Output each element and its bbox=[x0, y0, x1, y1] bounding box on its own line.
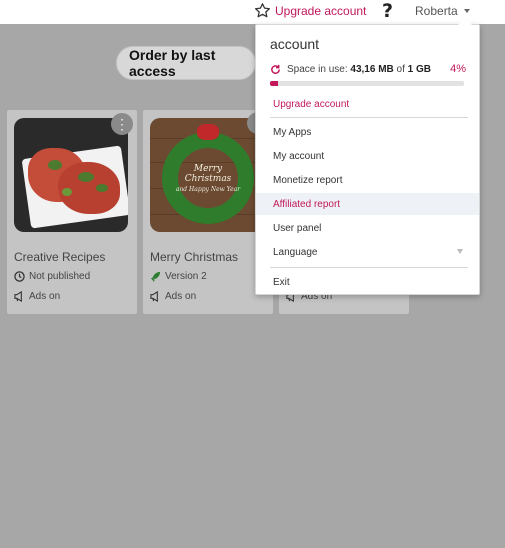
divider bbox=[270, 117, 468, 118]
space-of: of bbox=[396, 63, 405, 75]
megaphone-icon bbox=[150, 291, 158, 302]
top-bar: Upgrade account ? Roberta bbox=[0, 0, 505, 24]
app-card[interactable]: Merry Christmas and Happy New Year ⋮ Mer… bbox=[143, 110, 273, 314]
thumbnail-caption: Merry Christmas and Happy New Year bbox=[175, 164, 241, 193]
app-status-label: Version 2 bbox=[165, 271, 207, 282]
refresh-icon[interactable] bbox=[270, 64, 281, 75]
space-total: 1 GB bbox=[407, 63, 431, 75]
user-name: Roberta bbox=[415, 4, 458, 18]
app-status-label: Not published bbox=[29, 271, 91, 282]
star-icon bbox=[254, 3, 271, 18]
app-card[interactable]: Creative Recipes Not published Ads on bbox=[7, 110, 137, 314]
menu-item-exit[interactable]: Exit bbox=[256, 271, 479, 293]
divider bbox=[270, 267, 468, 268]
menu-item-affiliated-report[interactable]: Affiliated report bbox=[256, 193, 479, 215]
menu-item-monetize-report[interactable]: Monetize report bbox=[256, 169, 479, 191]
app-title: Merry Christmas bbox=[150, 250, 239, 264]
order-by-button[interactable]: Order by last access bbox=[116, 46, 256, 80]
upgrade-account-link[interactable]: Upgrade account bbox=[254, 2, 366, 19]
menu-item-upgrade-account[interactable]: Upgrade account bbox=[256, 93, 479, 115]
dropdown-header: account bbox=[270, 36, 320, 52]
user-menu-toggle[interactable]: Roberta bbox=[415, 4, 470, 18]
app-ads-status: Ads on bbox=[150, 291, 196, 302]
menu-item-user-panel[interactable]: User panel bbox=[256, 217, 479, 239]
space-percent: 4% bbox=[450, 63, 466, 75]
space-used: 43,16 MB bbox=[350, 63, 394, 75]
menu-item-my-apps[interactable]: My Apps bbox=[256, 121, 479, 143]
megaphone-icon bbox=[14, 291, 22, 302]
menu-item-my-account[interactable]: My account bbox=[256, 145, 479, 167]
app-title: Creative Recipes bbox=[14, 250, 106, 264]
app-ads-status: Ads on bbox=[14, 291, 60, 302]
app-status: Version 2 bbox=[150, 271, 207, 282]
space-progress-fill bbox=[270, 81, 278, 86]
app-ads-label: Ads on bbox=[29, 291, 61, 302]
account-dropdown: account Space in use: 43,16 MB of 1 GB 4… bbox=[255, 18, 480, 295]
menu-item-language[interactable]: Language bbox=[256, 241, 479, 263]
chevron-down-icon bbox=[457, 249, 463, 254]
rocket-icon bbox=[150, 271, 161, 282]
upgrade-account-label: Upgrade account bbox=[275, 3, 367, 18]
chevron-down-icon bbox=[463, 9, 470, 13]
app-ads-label: Ads on bbox=[165, 291, 197, 302]
app-status: Not published bbox=[14, 271, 90, 282]
space-progress-bar bbox=[270, 81, 464, 86]
space-usage: Space in use: 43,16 MB of 1 GB 4% bbox=[270, 63, 466, 75]
app-thumbnail: Merry Christmas and Happy New Year bbox=[150, 118, 264, 232]
language-label: Language bbox=[273, 246, 318, 258]
space-label: Space in use: bbox=[287, 63, 348, 75]
more-options-icon[interactable]: ⋮ bbox=[111, 113, 133, 135]
clock-icon bbox=[14, 271, 25, 282]
help-icon[interactable]: ? bbox=[382, 0, 393, 22]
app-thumbnail bbox=[14, 118, 128, 232]
